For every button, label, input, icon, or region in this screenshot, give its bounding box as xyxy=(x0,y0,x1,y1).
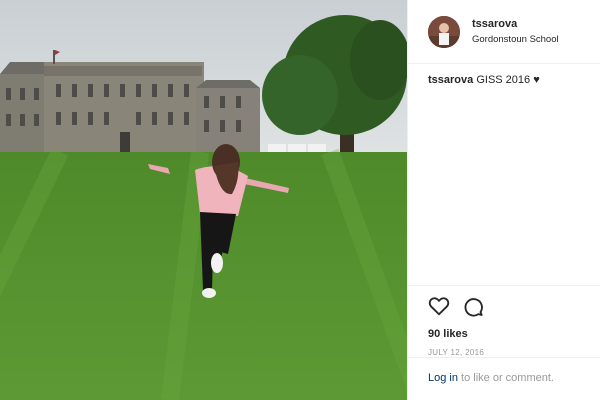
login-prompt: Log in to like or comment. xyxy=(408,357,600,400)
post-header: tssarova Gordonstoun School xyxy=(408,0,600,64)
caption-text: GISS 2016 xyxy=(476,74,531,86)
post-date[interactable]: JULY 12, 2016 xyxy=(428,348,581,357)
post-caption: tssarova GISS 2016 ♥ xyxy=(408,64,600,86)
comment-icon[interactable] xyxy=(462,295,484,317)
post-info-pane: tssarova Gordonstoun School tssarova GIS… xyxy=(407,0,600,400)
likes-count[interactable]: 90 likes xyxy=(428,328,581,340)
location-link[interactable]: Gordonstoun School xyxy=(472,34,559,45)
post-photo[interactable] xyxy=(0,0,407,400)
login-link[interactable]: Log in xyxy=(428,372,458,384)
username-link[interactable]: tssarova xyxy=(472,18,559,31)
photo-scene xyxy=(0,0,407,400)
post-actions: 90 likes JULY 12, 2016 xyxy=(408,285,600,357)
caption-heart: ♥ xyxy=(533,74,540,86)
heart-icon[interactable] xyxy=(428,295,450,317)
login-prompt-text: to like or comment. xyxy=(461,372,554,384)
avatar[interactable] xyxy=(428,15,460,48)
caption-username[interactable]: tssarova xyxy=(428,74,473,86)
